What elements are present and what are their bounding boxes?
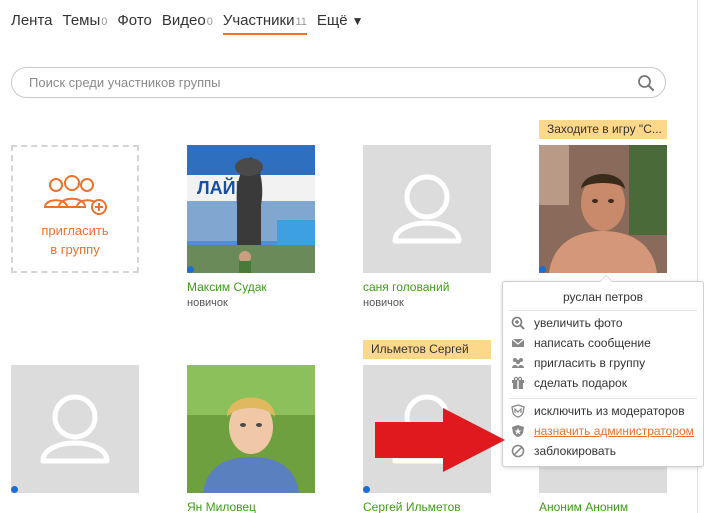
member-name[interactable]: Аноним Аноним <box>539 500 667 513</box>
member-status-badge: Заходите в игру "С... <box>539 120 667 139</box>
tab-video[interactable]: Видео 0 <box>162 12 213 32</box>
menu-item-label: заблокировать <box>534 444 617 458</box>
member-photo-placeholder[interactable] <box>363 145 491 273</box>
tab-count: 0 <box>206 16 213 28</box>
member-name[interactable]: саня голований <box>363 280 491 294</box>
member-card: саня голований новичок <box>363 145 491 309</box>
shield-icon <box>512 425 524 437</box>
member-status: новичок <box>187 297 228 309</box>
member-card: Ян Миловец <box>187 365 315 513</box>
tab-label: Ещё <box>316 12 348 29</box>
popup-divider <box>509 398 697 399</box>
menu-item-label: увеличить фото <box>534 316 623 330</box>
invite-label-line: в группу <box>50 242 100 257</box>
caret-down-icon: ▼ <box>351 14 364 28</box>
member-photo-image: ЛАЙН <box>187 145 315 273</box>
menu-item-zoom-photo[interactable]: увеличить фото <box>511 314 623 332</box>
popup-divider <box>509 310 697 311</box>
member-photo-placeholder[interactable] <box>11 365 139 493</box>
envelope-icon <box>511 338 525 347</box>
invite-label-line: пригласить <box>41 223 109 238</box>
search-input[interactable] <box>29 68 629 97</box>
tab-label: Фото <box>117 12 152 29</box>
red-arrow-annotation <box>375 408 505 472</box>
tab-feed[interactable]: Лента <box>11 12 53 32</box>
tab-label: Лента <box>11 12 53 29</box>
group-tabs: Лента Темы 0 Фото Видео 0 Участники 11 Ещё ▼ <box>11 12 374 35</box>
member-name[interactable]: Максим Судак <box>187 280 315 294</box>
tab-label: Темы <box>62 12 101 29</box>
member-card: ЛАЙН Максим Судак новичок <box>187 145 315 309</box>
invite-label: пригласить в группу <box>13 221 137 259</box>
search-icon[interactable] <box>637 74 655 92</box>
tab-count: 0 <box>101 16 108 28</box>
menu-item-label: пригласить в группу <box>534 356 646 370</box>
block-icon <box>511 444 525 458</box>
member-status-badge: Ильметов Сергей <box>363 340 491 359</box>
tab-members[interactable]: Участники 11 <box>222 12 308 35</box>
menu-item-label: сделать подарок <box>534 376 627 390</box>
tab-count: 11 <box>295 16 307 28</box>
menu-item-label: написать сообщение <box>534 336 651 350</box>
menu-item-block[interactable]: заблокировать <box>511 442 616 460</box>
tab-label: Участники <box>222 12 295 29</box>
member-card <box>539 145 667 273</box>
member-card <box>11 365 139 493</box>
invite-to-group-tile[interactable]: пригласить в группу <box>11 145 139 273</box>
menu-item-write-message[interactable]: написать сообщение <box>511 334 651 352</box>
members-search <box>11 67 666 98</box>
menu-item-invite-to-group[interactable]: пригласить в группу <box>511 354 645 372</box>
tab-topics[interactable]: Темы 0 <box>63 12 108 32</box>
menu-item-label: исключить из модераторов <box>534 404 685 418</box>
menu-item-make-admin[interactable]: назначить администратором <box>511 422 694 440</box>
member-photo[interactable]: ЛАЙН <box>187 145 315 273</box>
default-avatar-icon <box>392 174 462 244</box>
member-photo[interactable] <box>187 365 315 493</box>
tab-more[interactable]: Ещё ▼ <box>317 12 364 32</box>
tab-label: Видео <box>161 12 206 29</box>
moderator-icon <box>511 404 525 418</box>
member-status: новичок <box>363 297 404 309</box>
menu-item-send-gift[interactable]: сделать подарок <box>511 374 627 392</box>
menu-item-remove-moderator[interactable]: исключить из модераторов <box>511 402 685 420</box>
tab-photos[interactable]: Фото <box>117 12 151 32</box>
menu-item-label: назначить администратором <box>534 424 694 438</box>
member-name[interactable]: Сергей Ильметов <box>363 500 491 513</box>
group-icon <box>512 358 524 368</box>
online-indicator <box>539 266 546 273</box>
zoom-in-icon <box>511 316 525 330</box>
member-photo-image <box>187 365 315 493</box>
member-photo-image <box>539 145 667 273</box>
online-indicator <box>363 486 370 493</box>
add-users-icon <box>43 175 107 215</box>
member-actions-popup: руслан петров увеличить фото написать со… <box>502 275 704 467</box>
member-name[interactable]: Ян Миловец <box>187 500 315 513</box>
default-avatar-icon <box>40 394 110 464</box>
member-photo[interactable] <box>539 145 667 273</box>
online-indicator <box>187 266 194 273</box>
gift-icon <box>512 376 524 389</box>
online-indicator <box>11 486 18 493</box>
popup-member-name: руслан петров <box>562 290 644 304</box>
